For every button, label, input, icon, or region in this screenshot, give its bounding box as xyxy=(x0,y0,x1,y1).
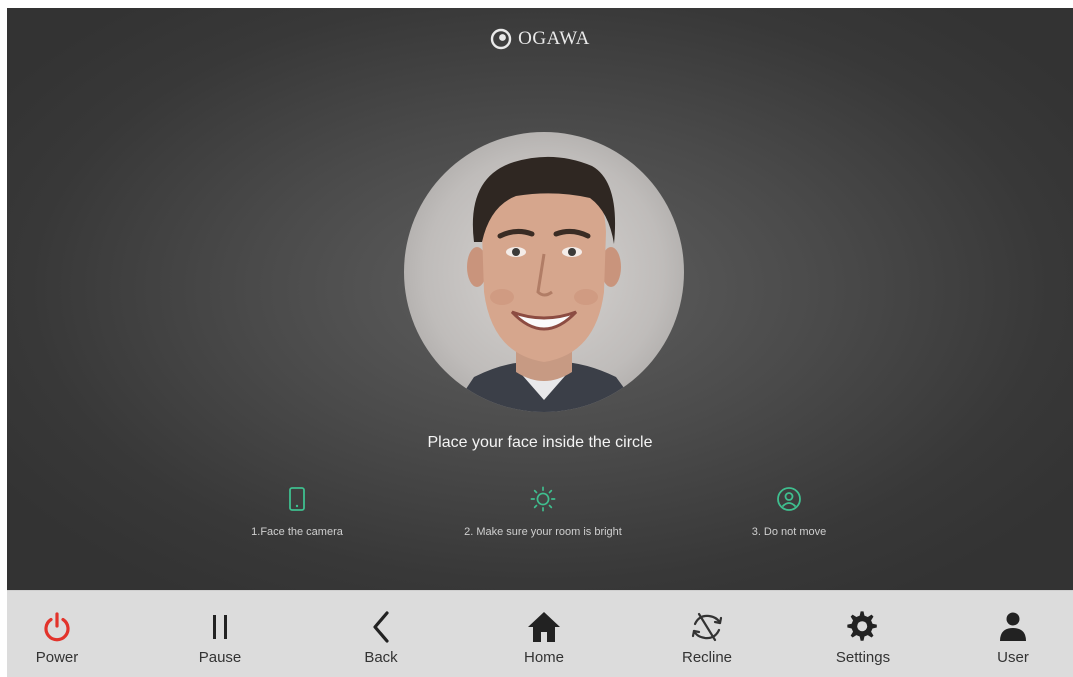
tip-label: 3. Do not move xyxy=(751,526,827,538)
gear-icon xyxy=(847,611,877,641)
face-photo xyxy=(450,156,642,412)
sun-icon xyxy=(530,486,556,512)
power-button[interactable]: Power xyxy=(7,591,107,677)
back-button[interactable]: Back xyxy=(331,591,431,677)
bottom-nav-bar: Power Pause Back Home Recline Settings U… xyxy=(7,590,1073,677)
settings-label: Settings xyxy=(835,649,891,666)
pause-button[interactable]: Pause xyxy=(170,591,270,677)
camera-screen: OGAWA Place your face inside the circle … xyxy=(7,8,1073,676)
recline-label: Recline xyxy=(681,649,733,666)
tip-do-not-move: 3. Do not move xyxy=(669,486,909,538)
home-button[interactable]: Home xyxy=(494,591,594,677)
back-label: Back xyxy=(364,649,398,666)
ogawa-logo-icon xyxy=(490,28,512,50)
brand-name: OGAWA xyxy=(518,28,590,49)
recline-icon xyxy=(691,612,723,642)
home-label: Home xyxy=(523,649,564,666)
tip-bright-room: 2. Make sure your room is bright xyxy=(423,486,663,538)
person-circle-icon xyxy=(777,487,801,511)
tip-label: 2. Make sure your room is bright xyxy=(464,526,622,538)
user-button[interactable]: User xyxy=(963,591,1063,677)
recline-button[interactable]: Recline xyxy=(657,591,757,677)
settings-button[interactable]: Settings xyxy=(813,591,913,677)
user-label: User xyxy=(997,649,1029,666)
face-preview-circle xyxy=(404,132,684,412)
pause-icon xyxy=(213,615,227,639)
face-placement-prompt: Place your face inside the circle xyxy=(427,434,653,451)
power-label: Power xyxy=(35,649,79,666)
brand-logo: OGAWA xyxy=(7,28,1073,50)
tip-label: 1.Face the camera xyxy=(251,526,343,538)
user-icon xyxy=(1000,612,1026,641)
home-icon xyxy=(528,612,560,642)
back-chevron-icon xyxy=(373,611,389,643)
tip-face-camera: 1.Face the camera xyxy=(177,486,417,538)
phone-icon xyxy=(289,487,305,511)
pause-label: Pause xyxy=(198,649,242,666)
power-icon xyxy=(44,612,70,642)
